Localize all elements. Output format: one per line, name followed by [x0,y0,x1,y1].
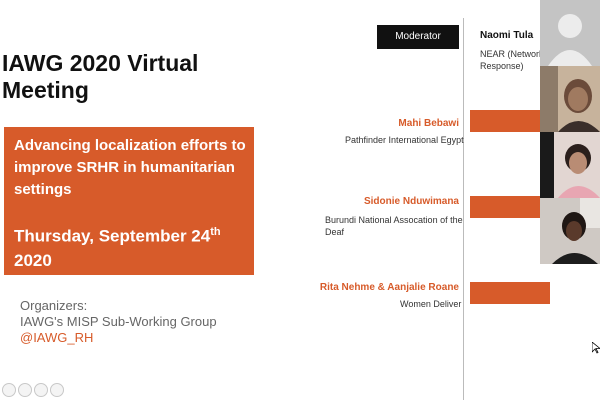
session-date: Thursday, September 24th 2020 [14,220,249,273]
moderator-label: Moderator [377,25,459,49]
participant-2-image [540,66,600,132]
session-date-text: Thursday, September 24 [14,226,211,246]
speaker-affiliation-sidonie: Burundi National Assocation of the Deaf [325,214,463,238]
speaker-affiliation-sidonie-line2: Deaf [325,227,345,237]
shared-slide: IAWG 2020 Virtual Meeting Advancing loca… [0,0,600,400]
session-date-year: 2020 [14,250,52,270]
session-subtitle: Advancing localization efforts to improv… [14,137,246,198]
speaker-name-rita-aanjalie: Rita Nehme & Aanjalie Roane [319,282,459,293]
speaker-bar-3 [470,282,550,304]
organizers-group: IAWG's MISP Sub-Working Group [20,314,217,329]
slide-controls [0,380,70,400]
organizers-handle: @IAWG_RH [20,330,94,345]
session-info-box: Advancing localization efforts to improv… [4,127,254,275]
moderator-affiliation: NEAR (Network Response) [480,48,544,72]
moderator-affiliation-line1: NEAR (Network [480,49,544,59]
participant-3-image [540,132,600,198]
person-silhouette-icon [540,0,600,66]
mouse-cursor-icon [592,342,600,354]
moderator-name: Naomi Tula [480,30,534,41]
speaker-name-sidonie: Sidonie Nduwimana [363,196,459,207]
zoom-button[interactable] [34,383,48,397]
speaker-affiliation-mahi: Pathfinder International Egypt [345,135,464,145]
speaker-affiliation-women-deliver: Women Deliver [400,299,462,309]
participant-video-2[interactable] [540,66,600,132]
moderator-affiliation-line2: Response) [480,61,524,71]
slide-title: IAWG 2020 Virtual Meeting [2,50,199,103]
previous-slide-button[interactable] [2,383,16,397]
next-slide-button[interactable] [18,383,32,397]
participant-video-4[interactable] [540,198,600,264]
participant-4-image [540,198,600,264]
organizers-label: Organizers: [20,298,88,313]
speaker-bar-2 [470,196,540,218]
slide-divider [463,18,464,400]
speaker-name-mahi: Mahi Bebawi [398,118,459,129]
speaker-bar-1 [470,110,540,132]
speaker-affiliation-sidonie-line1: Burundi National Assocation of the [325,215,463,225]
more-options-button[interactable] [50,383,64,397]
organizers-block: Organizers: IAWG's MISP Sub-Working Grou… [20,298,260,346]
participant-video-3[interactable] [540,132,600,198]
participant-video-1[interactable] [540,0,600,66]
session-date-suffix: th [210,226,221,238]
